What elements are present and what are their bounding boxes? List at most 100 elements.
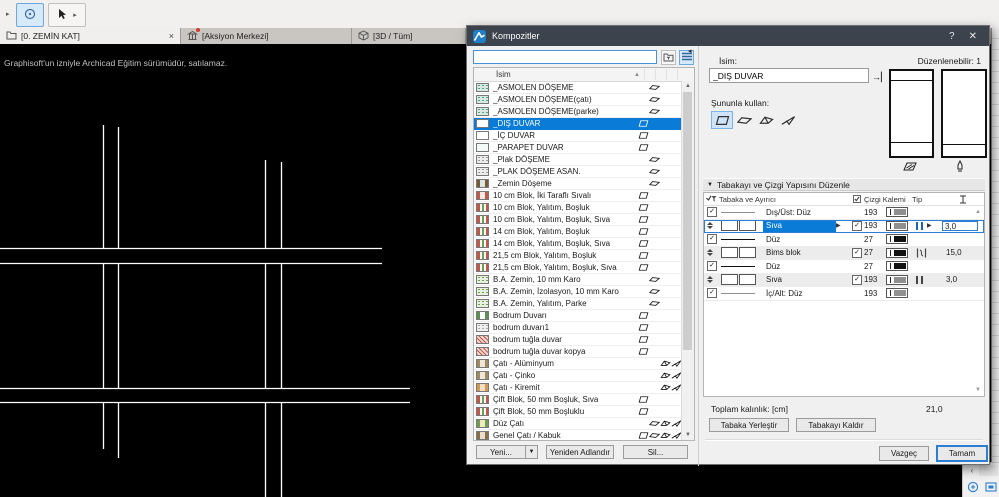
- scroll-down-icon[interactable]: ▼: [682, 432, 694, 438]
- collapse-panel-icon[interactable]: ◂: [688, 47, 692, 55]
- list-item[interactable]: 21,5 cm Blok, Yalıtım, Boşluk, Sıva: [474, 262, 684, 274]
- tab-floor-plan[interactable]: [0. ZEMİN KAT] ×: [0, 28, 181, 44]
- list-item[interactable]: 10 cm Blok, Yalıtım, Boşluk: [474, 202, 684, 214]
- separator-pen-icon[interactable]: [955, 159, 965, 175]
- help-icon[interactable]: ?: [949, 31, 955, 42]
- folder-view-button[interactable]: [661, 50, 676, 65]
- list-item[interactable]: Genel Çatı / Kabuk: [474, 430, 684, 440]
- panel-divider[interactable]: [698, 46, 699, 466]
- pen-swatch[interactable]: [886, 287, 912, 300]
- list-item[interactable]: B.A. Zemin, İzolasyon, 10 mm Karo: [474, 286, 684, 298]
- scrollbar-thumb[interactable]: [683, 92, 692, 350]
- zoom-fit-icon[interactable]: [985, 481, 997, 495]
- pen-swatch[interactable]: [886, 260, 912, 273]
- separator-checkbox[interactable]: ✓: [704, 206, 719, 219]
- table-scroll-up-icon[interactable]: ▲: [975, 209, 981, 215]
- skin-type-icon[interactable]: ▶: [912, 220, 942, 233]
- separator-row[interactable]: ✓ Dış/Üst: Düz 193: [704, 206, 984, 220]
- use-with-slab-button[interactable]: [733, 111, 755, 129]
- skin-fill-swatches[interactable]: [719, 274, 763, 287]
- arrow-tool-button[interactable]: ▸: [48, 3, 86, 27]
- list-item[interactable]: _ASMOLEN DÖŞEME(çatı): [474, 94, 684, 106]
- new-dropdown-button[interactable]: ▼: [525, 445, 538, 459]
- list-item[interactable]: Çatı - Kiremit: [474, 382, 684, 394]
- skin-fill-swatches[interactable]: [719, 220, 763, 233]
- list-item[interactable]: 10 cm Blok, Yalıtım, Boşluk, Sıva: [474, 214, 684, 226]
- toolbar-overflow-arrow[interactable]: ▸: [6, 10, 10, 18]
- skin-drag-handle[interactable]: [704, 274, 719, 287]
- list-header[interactable]: İsim ▲: [474, 68, 694, 82]
- dialog-title-bar[interactable]: Kompozitler ? ✕: [467, 26, 989, 46]
- list-item[interactable]: _ASMOLEN DÖŞEME: [474, 82, 684, 94]
- pen-swatch[interactable]: [886, 206, 912, 219]
- use-with-shell-button[interactable]: [777, 111, 799, 129]
- list-item[interactable]: _Plak DÖŞEME: [474, 154, 684, 166]
- list-item[interactable]: Çatı - Alüminyum: [474, 358, 684, 370]
- row-popup-arrow[interactable]: ▶: [836, 220, 849, 233]
- list-item[interactable]: _Zemin Döşeme: [474, 178, 684, 190]
- skin-structure-section-header[interactable]: ▼ Tabakayı ve Çizgi Yapısını Düzenle: [703, 178, 985, 191]
- tab-close-icon[interactable]: ×: [169, 31, 174, 41]
- skin-drag-handle[interactable]: [704, 220, 719, 233]
- new-button[interactable]: Yeni...: [476, 445, 526, 459]
- list-item[interactable]: _PLAK DÖŞEME ASAN.: [474, 166, 684, 178]
- tab-action-center[interactable]: [Aksiyon Merkezi]: [181, 27, 352, 44]
- list-item[interactable]: _PARAPET DUVAR: [474, 142, 684, 154]
- separator-row[interactable]: ✓ Düz 27: [704, 260, 984, 274]
- list-item[interactable]: 21,5 cm Blok, Yalıtım, Boşluk: [474, 250, 684, 262]
- remove-skin-button[interactable]: Tabakayı Kaldır: [796, 418, 876, 432]
- orbit-tool-button[interactable]: [16, 3, 44, 27]
- pen-checkbox[interactable]: ✓: [849, 274, 864, 287]
- pen-swatch[interactable]: [886, 220, 912, 233]
- pen-checkbox[interactable]: ✓: [849, 247, 864, 260]
- scroll-left-button[interactable]: ‹: [966, 465, 978, 476]
- filter-check-icon[interactable]: [704, 193, 719, 205]
- scroll-up-icon[interactable]: ▲: [682, 83, 694, 89]
- separator-checkbox[interactable]: ✓: [704, 260, 719, 273]
- separator-row[interactable]: ✓ İç/Alt: Düz 193: [704, 287, 984, 301]
- tab-3d-view[interactable]: [3D / Tüm]: [352, 28, 466, 44]
- list-item[interactable]: Çatı - Çinko: [474, 370, 684, 382]
- list-item[interactable]: Bodrum Duvarı: [474, 310, 684, 322]
- table-scroll-down-icon[interactable]: ▼: [975, 387, 981, 393]
- skin-drag-handle[interactable]: [704, 247, 719, 260]
- list-item[interactable]: _ASMOLEN DÖŞEME(parke): [474, 106, 684, 118]
- list-item[interactable]: Düz Çatı: [474, 418, 684, 430]
- skin-row[interactable]: Sıva ✓ 193 3,0: [704, 273, 984, 287]
- list-item[interactable]: 14 cm Blok, Yalıtım, Boşluk: [474, 226, 684, 238]
- composite-name-input[interactable]: [709, 68, 869, 83]
- name-column-header[interactable]: İsim: [474, 70, 511, 79]
- list-item[interactable]: B.A. Zemin, Yalıtım, Parke: [474, 298, 684, 310]
- list-item[interactable]: Çift Blok, 50 mm Boşluklu: [474, 406, 684, 418]
- list-scrollbar[interactable]: ▲ ▼: [681, 81, 694, 440]
- separator-checkbox[interactable]: ✓: [704, 287, 719, 300]
- cut-fill-icon[interactable]: [903, 160, 918, 174]
- pen-swatch[interactable]: [886, 274, 912, 287]
- arrow-tool-dropdown[interactable]: ▸: [73, 11, 77, 19]
- separator-checkbox[interactable]: ✓: [704, 233, 719, 246]
- rename-button[interactable]: Yeniden Adlandır: [546, 445, 614, 459]
- skin-type-icon[interactable]: [912, 247, 942, 260]
- list-item[interactable]: _DIŞ DUVAR: [474, 118, 684, 130]
- list-item[interactable]: bodrum duvarı1: [474, 322, 684, 334]
- list-item[interactable]: Çift Blok, 50 mm Boşluk, Sıva: [474, 394, 684, 406]
- use-with-wall-button[interactable]: [711, 111, 733, 129]
- thickness-input[interactable]: 3,0: [942, 220, 984, 233]
- delete-button[interactable]: Sil...: [623, 445, 688, 459]
- skin-row[interactable]: Sıva ▶ ✓ 193 ▶ 3,0: [704, 219, 984, 233]
- list-item[interactable]: B.A. Zemin, 10 mm Karo: [474, 274, 684, 286]
- pen-swatch[interactable]: [886, 247, 912, 260]
- list-item[interactable]: _İÇ DUVAR: [474, 130, 684, 142]
- list-item[interactable]: 14 cm Blok, Yalıtım, Boşluk, Sıva: [474, 238, 684, 250]
- pen-checkbox[interactable]: ✓: [849, 220, 864, 233]
- skin-fill-swatches[interactable]: [719, 247, 763, 260]
- horizontal-scrollbar[interactable]: [979, 465, 998, 476]
- insert-skin-button[interactable]: Tabaka Yerleştir: [709, 418, 789, 432]
- list-item[interactable]: bodrum tuğla duvar: [474, 334, 684, 346]
- ok-button[interactable]: Tamam: [936, 445, 988, 462]
- skin-type-icon[interactable]: [912, 274, 942, 287]
- search-input[interactable]: [473, 50, 657, 64]
- zoom-plus-icon[interactable]: [967, 481, 979, 495]
- cancel-button[interactable]: Vazgeç: [879, 446, 929, 461]
- list-item[interactable]: 10 cm Blok, İki Taraflı Sıvalı: [474, 190, 684, 202]
